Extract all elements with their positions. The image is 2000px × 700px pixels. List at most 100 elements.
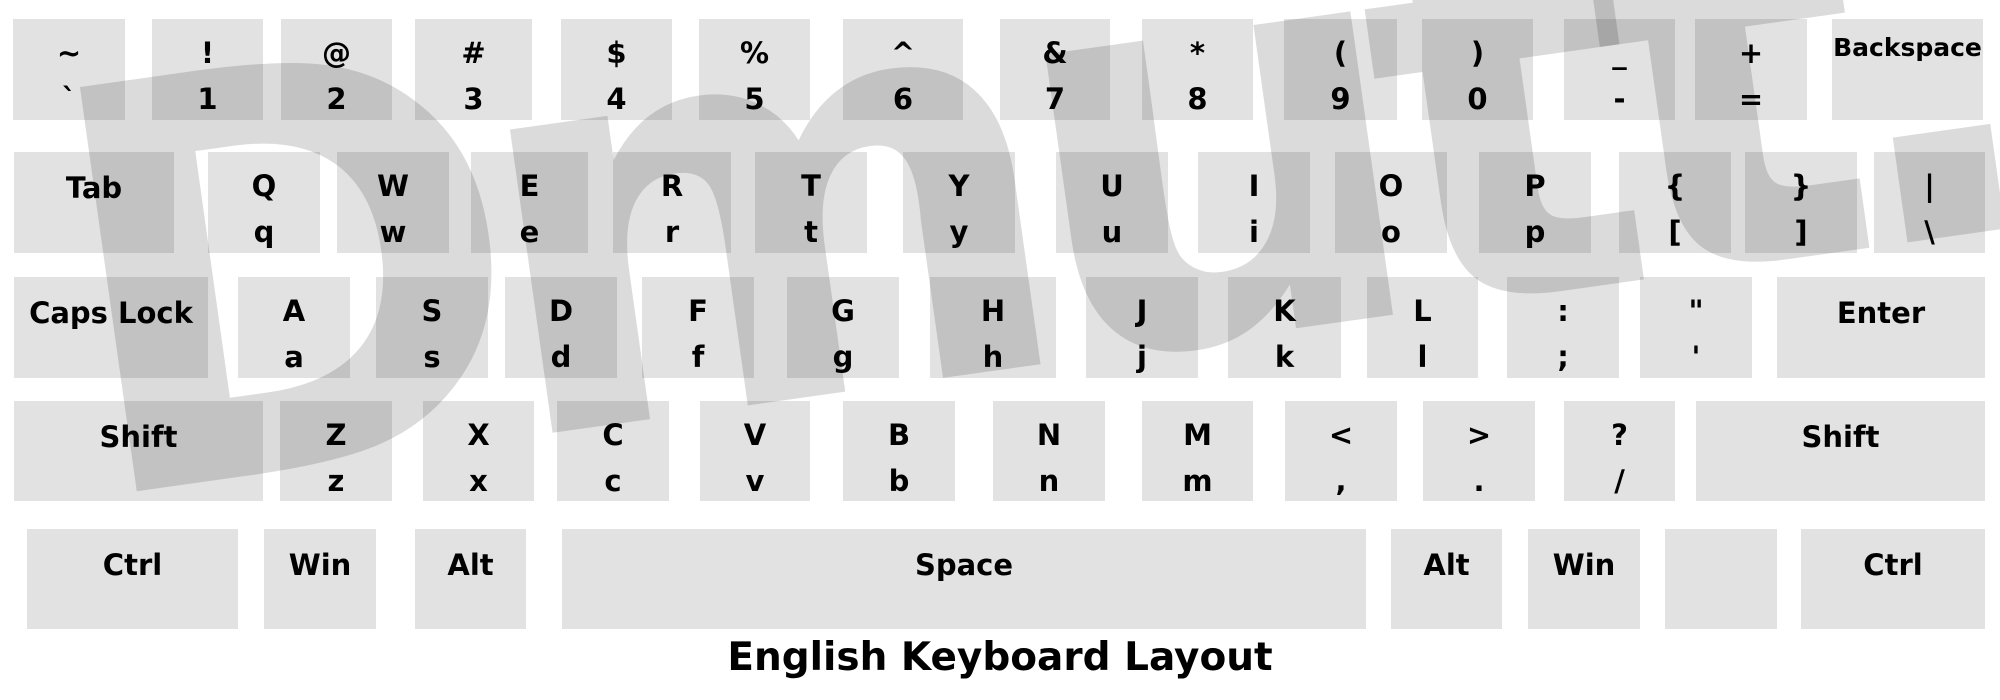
key-0[interactable]: ) 0 bbox=[1422, 19, 1533, 120]
key-e[interactable]: Ee bbox=[471, 152, 588, 253]
key-sym10[interactable]: ? / bbox=[1564, 401, 1675, 501]
key-shift-label: * bbox=[1189, 36, 1206, 70]
key-shift-label: } bbox=[1790, 169, 1812, 203]
key-base-label: . bbox=[1473, 464, 1485, 498]
key-ctrl[interactable]: Ctrl bbox=[1801, 529, 1985, 629]
key-y[interactable]: Yy bbox=[903, 152, 1015, 253]
key-base-label: - bbox=[1613, 82, 1626, 116]
key-base-label: f bbox=[691, 340, 705, 374]
key-i[interactable]: Ii bbox=[1198, 152, 1310, 253]
key-base-label: ] bbox=[1794, 215, 1808, 249]
key-base-label: / bbox=[1614, 464, 1625, 498]
key-base-label: 3 bbox=[463, 82, 484, 116]
key-base-label: 6 bbox=[892, 82, 914, 116]
key-q[interactable]: Qq bbox=[208, 152, 320, 253]
key-o[interactable]: Oo bbox=[1335, 152, 1447, 253]
key-shift-label: Y bbox=[948, 169, 970, 203]
key-base-label: s bbox=[423, 340, 441, 374]
key-shift-label: V bbox=[743, 418, 767, 452]
key-label: Shift bbox=[1801, 420, 1880, 454]
key-r[interactable]: Rr bbox=[613, 152, 731, 253]
key-base-label: c bbox=[604, 464, 622, 498]
key-m[interactable]: Mm bbox=[1142, 401, 1253, 501]
key-d[interactable]: Dd bbox=[505, 277, 617, 378]
key-base-label: 1 bbox=[197, 82, 218, 116]
key-b[interactable]: Bb bbox=[843, 401, 955, 501]
key-shift-label: J bbox=[1136, 294, 1148, 328]
key-4[interactable]: $4 bbox=[561, 19, 672, 120]
key-base-label: q bbox=[253, 215, 275, 249]
key-sym11[interactable]: {[ bbox=[1619, 152, 1731, 253]
key-sym12[interactable]: + = bbox=[1695, 19, 1807, 120]
key-c[interactable]: Cc bbox=[557, 401, 669, 501]
key-v[interactable]: Vv bbox=[700, 401, 810, 501]
key-caps-lock[interactable]: Caps Lock bbox=[14, 277, 208, 378]
key-shift-label: > bbox=[1466, 418, 1492, 452]
key-shift-label: ) bbox=[1470, 36, 1485, 70]
key-base-label: t bbox=[804, 215, 818, 249]
key-shift-label: A bbox=[282, 294, 306, 328]
key-sym0[interactable]: ~ ` bbox=[13, 19, 125, 120]
key-shift-label: D bbox=[548, 294, 574, 328]
key-z[interactable]: Zz bbox=[280, 401, 392, 501]
key-base-label: v bbox=[745, 464, 765, 498]
key-sym13[interactable]: | \ bbox=[1874, 152, 1985, 253]
key-7[interactable]: & 7 bbox=[1000, 19, 1110, 120]
key-shift-label: I bbox=[1248, 169, 1260, 203]
key-8[interactable]: * 8 bbox=[1142, 19, 1253, 120]
key-shift-label: # bbox=[461, 36, 486, 70]
key-g[interactable]: Gg bbox=[787, 277, 899, 378]
key-base-label: l bbox=[1417, 340, 1428, 374]
key-sym12[interactable]: }] bbox=[1745, 152, 1857, 253]
key-k[interactable]: Kk bbox=[1228, 277, 1341, 378]
key-sym11[interactable]: " ' bbox=[1640, 277, 1752, 378]
key-label: Caps Lock bbox=[29, 296, 193, 330]
key-space[interactable]: Space bbox=[562, 529, 1366, 629]
key-base-label: e bbox=[519, 215, 540, 249]
key-base-label: b bbox=[888, 464, 910, 498]
key-w[interactable]: Ww bbox=[337, 152, 449, 253]
key-base-label: 0 bbox=[1467, 82, 1488, 116]
key-label: Win bbox=[288, 548, 352, 582]
key-x[interactable]: Xx bbox=[423, 401, 534, 501]
key-alt[interactable]: Alt bbox=[415, 529, 526, 629]
key-tab[interactable]: Tab bbox=[14, 152, 174, 253]
key-ctrl[interactable]: Ctrl bbox=[27, 529, 238, 629]
key-shift-label: { bbox=[1664, 169, 1686, 203]
key-6[interactable]: ^ 6 bbox=[843, 19, 963, 120]
key-shift[interactable]: Shift bbox=[1696, 401, 1985, 501]
key-shift[interactable]: Shift bbox=[14, 401, 263, 501]
key-9[interactable]: (9 bbox=[1284, 19, 1397, 120]
key-backspace[interactable]: Backspace bbox=[1832, 19, 1983, 120]
key-shift-label: " bbox=[1688, 294, 1704, 328]
key-u[interactable]: Uu bbox=[1056, 152, 1168, 253]
key-f[interactable]: Ff bbox=[642, 277, 754, 378]
key-win[interactable]: Win bbox=[1528, 529, 1640, 629]
key-a[interactable]: Aa bbox=[238, 277, 350, 378]
key-s[interactable]: Ss bbox=[376, 277, 488, 378]
key-sym10[interactable]: :; bbox=[1507, 277, 1619, 378]
key-sym9[interactable]: >. bbox=[1423, 401, 1535, 501]
key-j[interactable]: Jj bbox=[1086, 277, 1198, 378]
key-shift-label: $ bbox=[606, 36, 627, 70]
key-sym11[interactable]: _ - bbox=[1564, 19, 1675, 120]
key-base-label: k bbox=[1274, 340, 1295, 374]
key-sym8[interactable]: <, bbox=[1285, 401, 1397, 501]
key-n[interactable]: Nn bbox=[993, 401, 1105, 501]
key-p[interactable]: Pp bbox=[1479, 152, 1591, 253]
key-t[interactable]: Tt bbox=[755, 152, 867, 253]
key-enter[interactable]: Enter bbox=[1777, 277, 1985, 378]
key-base-label: 2 bbox=[326, 82, 347, 116]
key-base-label: o bbox=[1381, 215, 1401, 249]
key-3[interactable]: #3 bbox=[415, 19, 532, 120]
key-l[interactable]: Ll bbox=[1367, 277, 1478, 378]
key-2[interactable]: @2 bbox=[281, 19, 392, 120]
key-blank[interactable] bbox=[1665, 529, 1777, 629]
key-win[interactable]: Win bbox=[264, 529, 376, 629]
key-1[interactable]: ! 1 bbox=[152, 19, 263, 120]
key-base-label: , bbox=[1335, 464, 1347, 498]
key-5[interactable]: % 5 bbox=[699, 19, 810, 120]
key-alt[interactable]: Alt bbox=[1391, 529, 1502, 629]
key-h[interactable]: Hh bbox=[930, 277, 1056, 378]
key-shift-label: C bbox=[602, 418, 624, 452]
